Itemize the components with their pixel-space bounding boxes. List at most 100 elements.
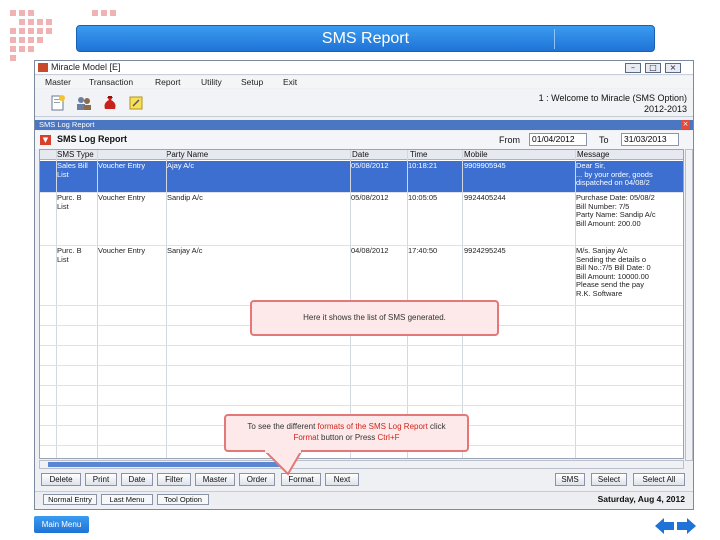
col-sms-type[interactable]: SMS Type <box>57 150 94 159</box>
menu-report[interactable]: Report <box>155 77 181 87</box>
filter-button[interactable]: Filter <box>157 473 191 486</box>
new-document-icon[interactable] <box>49 94 67 112</box>
delete-button[interactable]: Delete <box>41 473 81 486</box>
callout-text: Here it shows the list of SMS generated. <box>303 313 446 322</box>
users-icon[interactable] <box>75 94 93 112</box>
decorative-dot <box>101 10 107 16</box>
tool-option-button[interactable]: Tool Option <box>157 494 209 505</box>
last-menu-button[interactable]: Last Menu <box>101 494 153 505</box>
toolbar: 1 : Welcome to Miracle (SMS Option) 2012… <box>35 89 693 117</box>
horizontal-scrollbar[interactable] <box>39 460 684 469</box>
panel-close-icon[interactable]: × <box>681 120 690 129</box>
decorative-dot <box>19 46 25 52</box>
col-date[interactable]: Date <box>352 150 369 159</box>
decorative-dot <box>37 19 43 25</box>
slide: SMS Report Miracle Model [E] – □ × Maste… <box>0 0 720 540</box>
banner-divider <box>554 29 555 49</box>
decorative-dot <box>37 28 43 34</box>
decorative-dot <box>46 19 52 25</box>
cell-time: 17:40:50 <box>408 247 438 255</box>
cell-message: Dear Sir, ... by your order, goods dispa… <box>576 162 653 187</box>
minimize-button[interactable]: – <box>625 63 641 73</box>
vertical-scrollbar[interactable] <box>685 149 693 461</box>
menu-setup[interactable]: Setup <box>241 77 263 87</box>
status-bar: Normal Entry Last Menu Tool Option Satur… <box>35 491 693 505</box>
menu-utility[interactable]: Utility <box>201 77 222 87</box>
cell-sms-type: Sales Bill List <box>57 162 88 179</box>
callout-pointer-icon <box>262 450 304 476</box>
cell-sms-type: Purc. B List <box>57 194 82 211</box>
title-banner: SMS Report <box>76 25 655 52</box>
format-callout: To see the different formats of the SMS … <box>224 414 469 452</box>
menu-transaction[interactable]: Transaction <box>89 77 133 87</box>
decorative-dot <box>28 46 34 52</box>
col-mobile[interactable]: Mobile <box>464 150 488 159</box>
panel-header-title: SMS Log Report <box>39 120 95 129</box>
decorative-dot <box>28 37 34 43</box>
app-icon <box>38 63 48 72</box>
previous-arrow-icon[interactable] <box>655 517 675 535</box>
decorative-dot <box>19 28 25 34</box>
table-header: SMS Type Party Name Date Time Mobile Mes… <box>40 150 683 160</box>
row-divider <box>40 192 683 193</box>
col-message[interactable]: Message <box>577 150 609 159</box>
cell-party: Sandip A/c <box>167 194 203 202</box>
cell-message: M/s. Sanjay A/c Sending the details o Bi… <box>576 247 651 298</box>
decorative-dot <box>19 10 25 16</box>
master-button[interactable]: Master <box>195 473 235 486</box>
cell-message: Purchase Date: 05/08/2 Bill Number: 7/5 … <box>576 194 656 228</box>
select-all-button[interactable]: Select All <box>633 473 685 486</box>
cell-voucher: Voucher Entry <box>98 162 146 170</box>
decorative-dot <box>46 28 52 34</box>
row-divider <box>40 345 683 346</box>
menu-bar: Master Transaction Report Utility Setup … <box>35 76 693 88</box>
chevron-down-icon[interactable]: ▼ <box>40 135 51 145</box>
decorative-dot <box>10 10 16 16</box>
from-label: From <box>499 135 520 145</box>
close-button[interactable]: × <box>665 63 681 73</box>
to-label: To <box>599 135 609 145</box>
cell-date: 04/08/2012 <box>351 247 389 255</box>
welcome-line: 1 : Welcome to Miracle (SMS Option) <box>538 93 687 103</box>
menu-exit[interactable]: Exit <box>283 77 297 87</box>
select-button[interactable]: Select <box>591 473 627 486</box>
decorative-dot <box>10 28 16 34</box>
col-party-name[interactable]: Party Name <box>166 150 208 159</box>
date-button[interactable]: Date <box>121 473 153 486</box>
to-date-input[interactable]: 31/03/2013 <box>621 133 679 146</box>
decorative-dot <box>19 19 25 25</box>
decorative-dot <box>110 10 116 16</box>
cell-time: 10:18:21 <box>408 162 438 170</box>
decorative-dot <box>10 55 16 61</box>
from-date-input[interactable]: 01/04/2012 <box>529 133 587 146</box>
decorative-dot <box>10 37 16 43</box>
money-bag-icon[interactable] <box>101 94 119 112</box>
welcome-message: 1 : Welcome to Miracle (SMS Option) 2012… <box>539 93 687 115</box>
table-row[interactable]: Purc. B List Voucher Entry Sandip A/c 05… <box>40 193 683 245</box>
next-arrow-icon[interactable] <box>676 517 696 535</box>
normal-entry-button[interactable]: Normal Entry <box>43 494 97 505</box>
main-menu-button[interactable]: Main Menu <box>34 516 89 533</box>
decorative-dot <box>28 28 34 34</box>
next-button[interactable]: Next <box>325 473 359 486</box>
cell-sms-type: Purc. B List <box>57 247 82 264</box>
col-time[interactable]: Time <box>410 150 427 159</box>
decorative-dot <box>10 46 16 52</box>
cell-party: Ajay A/c <box>167 162 195 170</box>
scrollbar-thumb[interactable] <box>48 462 280 467</box>
table-row[interactable]: Purc. B List Voucher Entry Sanjay A/c 04… <box>40 246 683 304</box>
cell-mobile: 9909905945 <box>464 162 506 170</box>
notes-icon[interactable] <box>127 94 145 112</box>
decorative-dot <box>28 19 34 25</box>
sms-button[interactable]: SMS <box>555 473 585 486</box>
print-button[interactable]: Print <box>85 473 117 486</box>
cell-voucher: Voucher Entry <box>98 194 146 202</box>
table-row[interactable]: Sales Bill List Voucher Entry Ajay A/c 0… <box>40 161 683 192</box>
filter-row: ▼ SMS Log Report From 01/04/2012 To 31/0… <box>35 131 693 149</box>
cell-time: 10:05:05 <box>408 194 438 202</box>
callout-text: button or Press <box>318 433 378 442</box>
window-titlebar: Miracle Model [E] – □ × <box>35 61 693 75</box>
maximize-button[interactable]: □ <box>645 63 661 73</box>
menu-master[interactable]: Master <box>45 77 71 87</box>
list-info-callout: Here it shows the list of SMS generated. <box>250 300 499 336</box>
